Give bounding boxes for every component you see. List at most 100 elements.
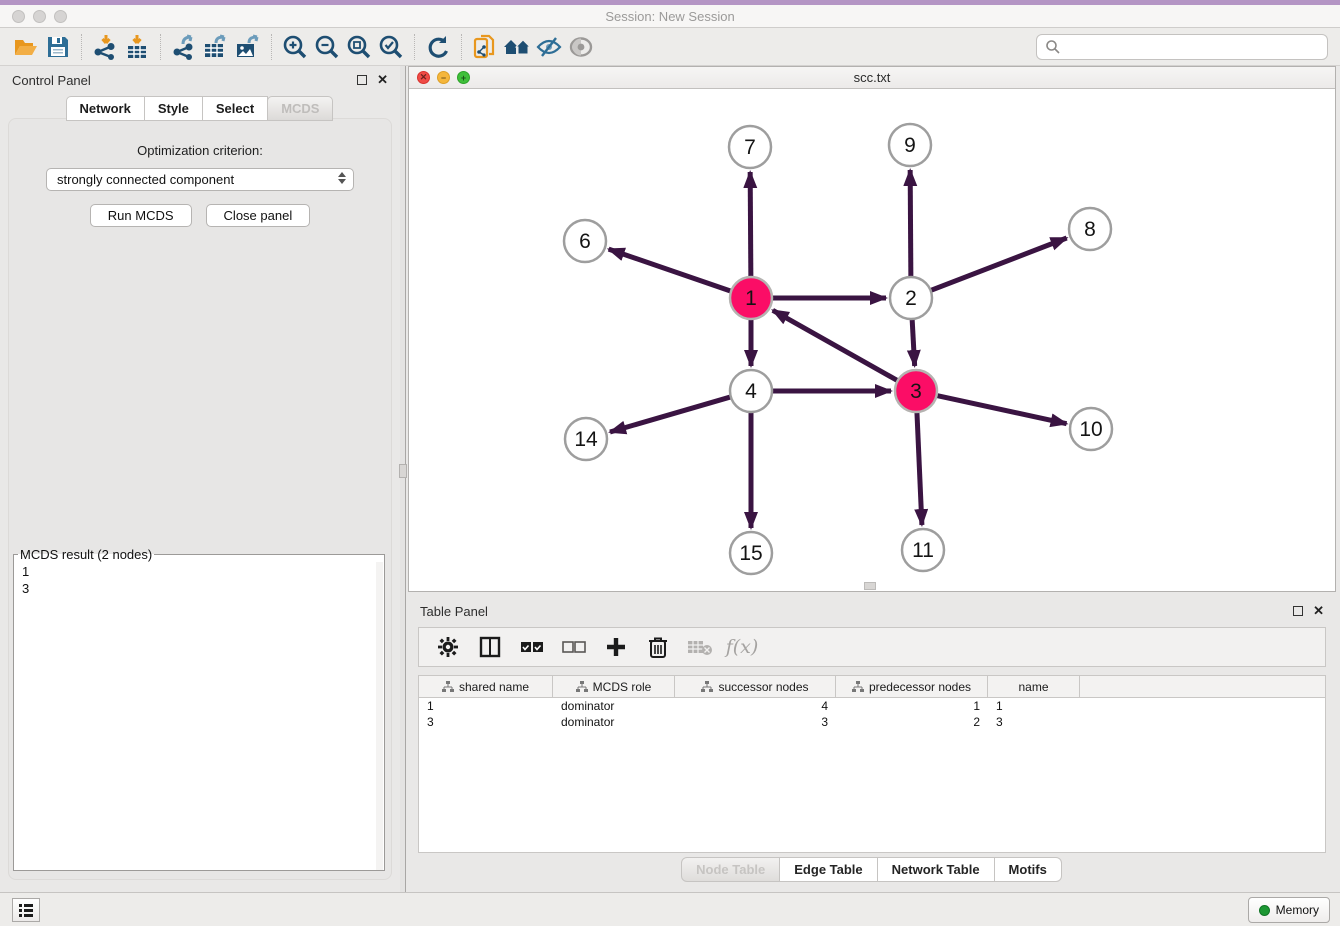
tab-motifs[interactable]: Motifs xyxy=(994,857,1062,882)
apply-layout-button[interactable] xyxy=(422,32,454,62)
search-input[interactable] xyxy=(1061,40,1311,55)
table-toolbar: f(x) xyxy=(418,627,1326,667)
zoom-in-icon xyxy=(282,34,308,60)
canvas-resize-grip[interactable] xyxy=(864,582,876,590)
tree-sort-icon xyxy=(442,681,454,692)
search-icon xyxy=(1045,39,1061,55)
export-image-button[interactable] xyxy=(232,32,264,62)
panel-divider[interactable] xyxy=(400,66,406,892)
plus-icon xyxy=(605,636,627,658)
table-tabs: Node Table Edge Table Network Table Moti… xyxy=(408,857,1336,882)
run-mcds-button[interactable]: Run MCDS xyxy=(90,204,192,227)
task-history-button[interactable] xyxy=(12,898,40,922)
status-bar: Memory xyxy=(0,892,1340,926)
tree-sort-icon xyxy=(701,681,713,692)
graph-edge-3-1[interactable] xyxy=(773,310,900,381)
toolbar-separator xyxy=(414,34,415,60)
import-network-button[interactable] xyxy=(89,32,121,62)
graph-edge-4-14[interactable] xyxy=(610,396,733,432)
graph-edge-2-9[interactable] xyxy=(910,170,911,279)
tab-node-table[interactable]: Node Table xyxy=(681,857,780,882)
tab-mcds[interactable]: MCDS xyxy=(267,96,333,121)
node-table: shared name MCDS role successor nodes pr… xyxy=(418,675,1326,853)
zoom-out-button[interactable] xyxy=(311,32,343,62)
zoom-fit-button[interactable] xyxy=(343,32,375,62)
hide-graphics-button[interactable] xyxy=(533,32,565,62)
network-window-titlebar[interactable]: ✕ − + scc.txt xyxy=(409,67,1335,89)
export-table-button[interactable] xyxy=(200,32,232,62)
cell-mcds-role: dominator xyxy=(553,698,675,714)
toolbar-separator xyxy=(160,34,161,60)
graph-edge-2-3[interactable] xyxy=(912,317,915,366)
column-header-shared-name[interactable]: shared name xyxy=(419,676,553,697)
open-folder-icon xyxy=(13,34,39,60)
tab-style[interactable]: Style xyxy=(144,96,203,121)
gear-icon xyxy=(437,636,459,658)
window-title: Session: New Session xyxy=(0,9,1340,24)
table-panel: Table Panel ✕ xyxy=(408,597,1336,886)
table-panel-title: Table Panel xyxy=(420,604,1293,619)
clone-network-button[interactable] xyxy=(469,32,501,62)
graph-node-label: 14 xyxy=(574,428,598,451)
network-canvas[interactable]: 1234678910111415 xyxy=(409,89,1335,591)
table-row[interactable]: 1 dominator 4 1 1 xyxy=(419,698,1325,714)
first-neighbors-button[interactable] xyxy=(501,32,533,62)
select-all-button[interactable] xyxy=(519,634,545,660)
deselect-all-button[interactable] xyxy=(561,634,587,660)
graph-node-label: 7 xyxy=(744,136,756,159)
column-header-mcds-role[interactable]: MCDS role xyxy=(553,676,675,697)
column-header-name[interactable]: name xyxy=(988,676,1080,697)
delete-column-button[interactable] xyxy=(645,634,671,660)
show-graphics-details-button[interactable] xyxy=(565,32,597,62)
close-panel-button[interactable]: Close panel xyxy=(206,204,311,227)
save-session-button[interactable] xyxy=(42,32,74,62)
column-header-predecessor-nodes[interactable]: predecessor nodes xyxy=(836,676,988,697)
graph-node-label: 3 xyxy=(910,380,922,403)
cell-successor-nodes: 3 xyxy=(675,714,836,730)
tab-network[interactable]: Network xyxy=(66,96,145,121)
table-panel-header: Table Panel ✕ xyxy=(408,597,1336,625)
close-panel-icon[interactable]: ✕ xyxy=(377,72,388,88)
criterion-select[interactable]: strongly connected component xyxy=(46,168,354,191)
column-header-successor-nodes[interactable]: successor nodes xyxy=(675,676,836,697)
network-view-window: ✕ − + scc.txt 1234678910111415 xyxy=(408,66,1336,592)
graph-edge-2-8[interactable] xyxy=(929,238,1067,291)
graph-node-label: 9 xyxy=(904,134,916,157)
import-table-button[interactable] xyxy=(121,32,153,62)
close-table-panel-icon[interactable]: ✕ xyxy=(1313,603,1324,619)
application-window: Session: New Session xyxy=(0,0,1340,926)
control-panel-title: Control Panel xyxy=(12,73,357,88)
create-column-button[interactable] xyxy=(603,634,629,660)
graph-node-label: 15 xyxy=(739,542,762,565)
main-toolbar xyxy=(0,28,1340,66)
network-graph: 1234678910111415 xyxy=(409,89,1335,591)
export-network-button[interactable] xyxy=(168,32,200,62)
graph-edge-1-6[interactable] xyxy=(609,249,733,292)
show-columns-button[interactable] xyxy=(477,634,503,660)
panel-divider-grip[interactable] xyxy=(399,464,407,478)
result-scrollbar[interactable] xyxy=(376,562,383,870)
mcds-result-box: MCDS result (2 nodes) 1 3 xyxy=(13,547,385,871)
table-settings-button[interactable] xyxy=(435,634,461,660)
cell-name: 3 xyxy=(988,714,1080,730)
graph-edge-1-7[interactable] xyxy=(750,172,751,279)
homes-icon xyxy=(502,35,532,59)
zoom-selected-button[interactable] xyxy=(375,32,407,62)
zoom-in-button[interactable] xyxy=(279,32,311,62)
tab-network-table[interactable]: Network Table xyxy=(877,857,995,882)
tab-select[interactable]: Select xyxy=(202,96,268,121)
export-image-icon xyxy=(234,34,262,60)
float-panel-icon[interactable] xyxy=(357,75,367,85)
graph-edge-3-11[interactable] xyxy=(917,410,922,525)
import-network-icon xyxy=(92,34,118,60)
table-row[interactable]: 3 dominator 3 2 3 xyxy=(419,714,1325,730)
float-table-panel-icon[interactable] xyxy=(1293,606,1303,616)
graph-edge-3-10[interactable] xyxy=(935,395,1067,424)
open-session-button[interactable] xyxy=(10,32,42,62)
tab-edge-table[interactable]: Edge Table xyxy=(779,857,877,882)
graph-node-label: 11 xyxy=(912,539,934,562)
memory-button[interactable]: Memory xyxy=(1248,897,1330,923)
memory-status-icon xyxy=(1259,905,1270,916)
mcds-result-list[interactable]: 1 3 xyxy=(14,562,384,870)
deselect-all-icon xyxy=(562,639,586,655)
